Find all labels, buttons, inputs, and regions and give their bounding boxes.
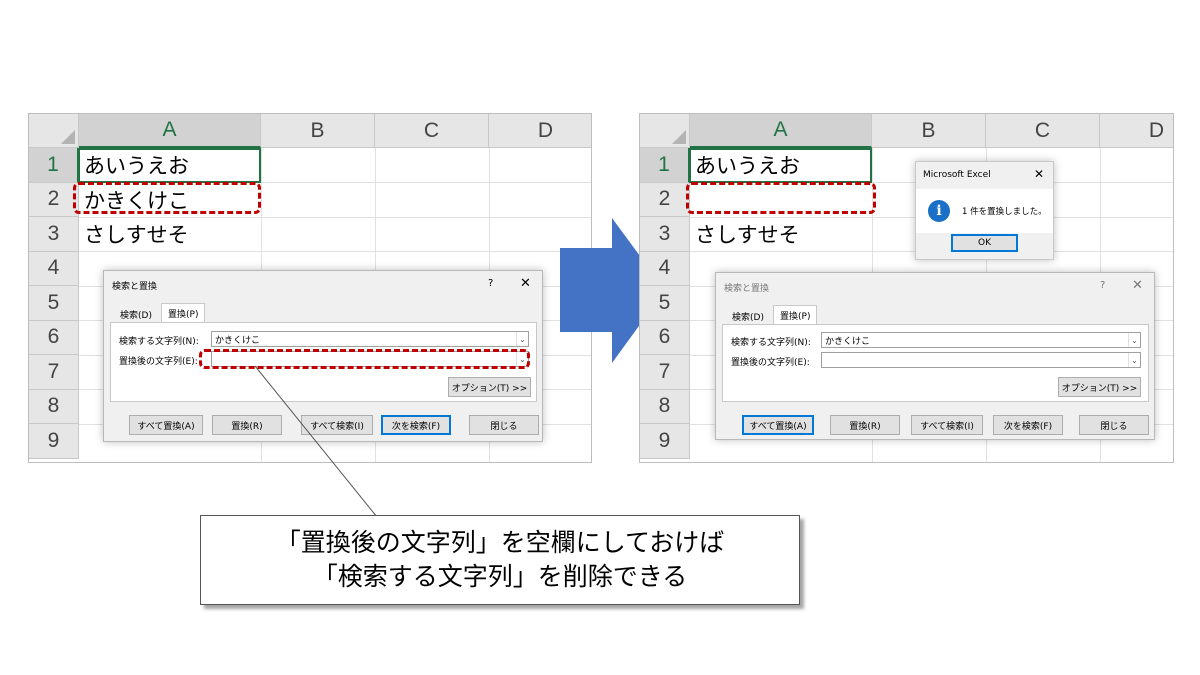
help-button[interactable]: ? [1100, 280, 1105, 291]
column-header-a[interactable]: A [79, 114, 261, 148]
find-replace-dialog-after: 検索と置換 ? ✕ 検索(D) 置換(P) 検索する文字列(N): かきくけこ … [715, 272, 1155, 440]
find-input-value: かきくけこ [215, 335, 261, 346]
close-button[interactable]: 閉じる [1079, 415, 1149, 435]
column-header-d[interactable]: D [1100, 114, 1173, 148]
msgbox-message: 1 件を置換しました。 [962, 207, 1047, 217]
grid-line [79, 251, 591, 252]
replace-label: 置換後の文字列(E): [119, 357, 198, 367]
select-all-corner[interactable] [29, 114, 79, 148]
row-header-7[interactable]: 7 [640, 355, 690, 390]
row-header-4[interactable]: 4 [640, 251, 690, 286]
options-button[interactable]: オプション(T) >> [1058, 377, 1141, 397]
column-header-a[interactable]: A [690, 114, 872, 148]
row-header-3[interactable]: 3 [640, 217, 690, 252]
replace-label: 置換後の文字列(E): [731, 358, 810, 368]
find-label: 検索する文字列(N): [119, 337, 199, 347]
excel-message-box: Microsoft Excel ✕ i 1 件を置換しました。 OK [915, 161, 1054, 260]
cell-a3[interactable]: さしすせそ [84, 217, 189, 251]
dialog-title: 検索と置換 [724, 284, 770, 294]
tab-find[interactable]: 検索(D) [114, 305, 158, 323]
row-header-1[interactable]: 1 [640, 148, 690, 183]
dialog-close-button[interactable]: ✕ [1132, 278, 1143, 293]
callout-line-2: 「検索する文字列」を削除できる [312, 562, 688, 591]
row-header-2[interactable]: 2 [640, 182, 690, 217]
tab-replace[interactable]: 置換(P) [161, 303, 206, 323]
select-all-corner[interactable] [640, 114, 690, 148]
find-all-button[interactable]: すべて検索(I) [301, 415, 373, 435]
row-header-6[interactable]: 6 [29, 320, 79, 355]
find-next-button[interactable]: 次を検索(F) [993, 415, 1063, 435]
row-header-5[interactable]: 5 [29, 286, 79, 321]
chevron-down-icon[interactable]: ⌄ [1128, 353, 1140, 367]
row-header-9[interactable]: 9 [640, 424, 690, 459]
replace-tab-panel: 検索する文字列(N): かきくけこ ⌄ 置換後の文字列(E): ⌄ オプション(… [722, 324, 1149, 402]
row-header-2[interactable]: 2 [29, 182, 79, 217]
row-header-8[interactable]: 8 [640, 389, 690, 424]
callout-line-1: 「置換後の文字列」を空欄にしておけば [275, 528, 725, 557]
column-header-c[interactable]: C [375, 114, 489, 148]
options-button[interactable]: オプション(T) >> [448, 377, 531, 397]
find-next-button[interactable]: 次を検索(F) [381, 415, 451, 435]
explanation-callout: 「置換後の文字列」を空欄にしておけば 「検索する文字列」を削除できる [200, 515, 800, 605]
replace-input[interactable]: ⌄ [821, 352, 1141, 368]
cell-a1[interactable]: あいうえお [84, 148, 189, 182]
row-header-7[interactable]: 7 [29, 355, 79, 390]
row-header-9[interactable]: 9 [29, 424, 79, 459]
dialog-title: 検索と置換 [112, 282, 158, 292]
close-button[interactable]: 閉じる [469, 415, 539, 435]
column-header-c[interactable]: C [986, 114, 1100, 148]
find-label: 検索する文字列(N): [731, 338, 811, 348]
tab-replace[interactable]: 置換(P) [773, 305, 818, 325]
row-header-3[interactable]: 3 [29, 217, 79, 252]
highlight-replace-field [199, 349, 530, 369]
msgbox-title: Microsoft Excel [923, 170, 991, 180]
cell-a1[interactable]: あいうえお [695, 148, 800, 182]
ok-button[interactable]: OK [951, 234, 1018, 252]
replace-button[interactable]: 置換(R) [830, 415, 900, 435]
find-all-button[interactable]: すべて検索(I) [911, 415, 983, 435]
highlight-cell-a2 [73, 182, 261, 214]
column-header-d[interactable]: D [489, 114, 591, 148]
msgbox-close-button[interactable]: ✕ [1034, 167, 1044, 181]
row-header-5[interactable]: 5 [640, 286, 690, 321]
find-input[interactable]: かきくけこ ⌄ [821, 332, 1141, 348]
chevron-down-icon[interactable]: ⌄ [1128, 333, 1140, 347]
replace-button[interactable]: 置換(R) [212, 415, 282, 435]
replace-all-button[interactable]: すべて置換(A) [129, 415, 203, 435]
find-input[interactable]: かきくけこ ⌄ [211, 331, 529, 347]
row-header-6[interactable]: 6 [640, 320, 690, 355]
help-button[interactable]: ? [488, 278, 493, 289]
msgbox-body: i 1 件を置換しました。 [916, 189, 1053, 233]
column-header-b[interactable]: B [872, 114, 986, 148]
column-header-b[interactable]: B [261, 114, 375, 148]
tab-find[interactable]: 検索(D) [726, 307, 770, 325]
highlight-cell-a2-empty [686, 182, 876, 214]
row-header-1[interactable]: 1 [29, 148, 79, 183]
replace-all-button[interactable]: すべて置換(A) [742, 415, 814, 435]
row-header-4[interactable]: 4 [29, 251, 79, 286]
find-input-value: かきくけこ [825, 336, 871, 347]
info-icon: i [928, 200, 950, 222]
row-header-8[interactable]: 8 [29, 389, 79, 424]
cell-a3[interactable]: さしすせそ [695, 217, 800, 251]
chevron-down-icon[interactable]: ⌄ [516, 332, 528, 346]
dialog-close-button[interactable]: ✕ [520, 276, 531, 291]
